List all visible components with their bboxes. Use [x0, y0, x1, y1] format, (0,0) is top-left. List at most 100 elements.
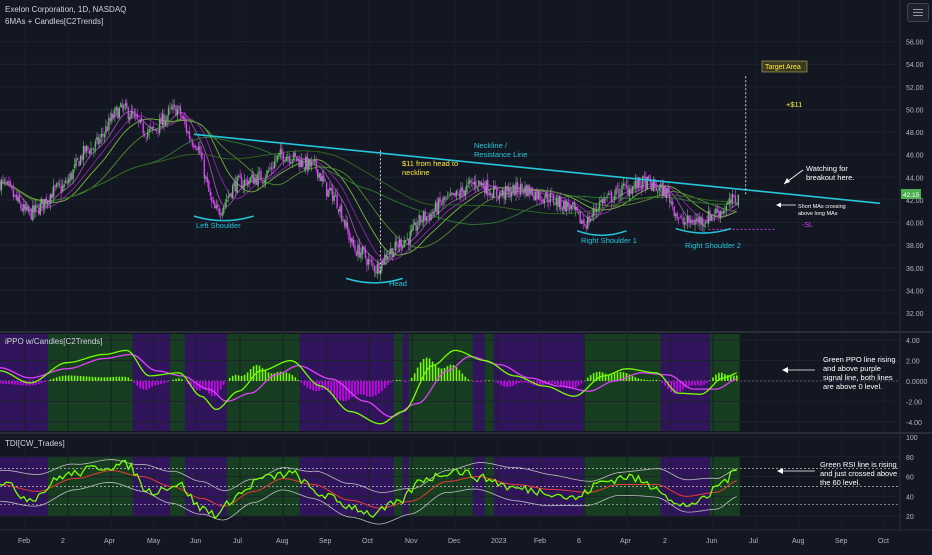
candle-body	[207, 177, 208, 182]
ppo-histogram-bar	[411, 378, 413, 381]
ppo-histogram-bar	[20, 381, 22, 385]
candle-body	[408, 239, 409, 245]
indicator-title[interactable]: 6MAs + Candles[C2Trends]	[5, 17, 103, 26]
ppo-histogram-bar	[154, 381, 156, 385]
candle-body	[199, 146, 200, 154]
candle-body	[8, 181, 9, 183]
candle-body	[46, 197, 47, 203]
candle-body	[432, 212, 433, 213]
ppo-histogram-bar	[211, 381, 213, 396]
right-shoulder-2-label: Right Shoulder 2	[685, 241, 741, 250]
candle-body	[548, 200, 549, 202]
ppo-histogram-bar	[145, 381, 147, 390]
ppo-histogram-bar	[715, 375, 717, 381]
y-tick-label: 40	[906, 494, 914, 501]
candle-body	[599, 201, 600, 208]
candle-body	[342, 220, 343, 221]
ppo-panel-title[interactable]: iPPO w/Candles[C2Trends]	[5, 337, 103, 346]
x-tick-label: Aug	[276, 538, 289, 545]
ppo-histogram-bar	[89, 377, 91, 381]
trading-chart[interactable]: 56.0054.0052.0050.0048.0046.0044.0042.00…	[0, 0, 932, 550]
ppo-histogram-bar	[641, 379, 643, 381]
ppo-histogram-bar	[5, 381, 7, 384]
candle-body	[636, 181, 637, 189]
ppo-histogram-bar	[56, 377, 58, 381]
candle-body	[414, 223, 415, 226]
ppo-histogram-bar	[360, 381, 362, 394]
candle-body	[172, 105, 173, 110]
candle-body	[727, 202, 728, 204]
candle-body	[675, 214, 676, 216]
ppo-histogram-bar	[214, 381, 216, 396]
watching-label-1: Watching for	[806, 164, 848, 173]
ppo-histogram-bar	[238, 375, 240, 381]
ppo-histogram-bar	[420, 362, 422, 381]
ppo-histogram-bar	[652, 380, 654, 381]
candle-body	[685, 223, 686, 224]
x-tick-label: 6	[577, 538, 581, 545]
ppo-histogram-bar	[83, 376, 85, 381]
candle-body	[99, 139, 100, 144]
candle-body	[308, 159, 309, 170]
candle-body	[236, 177, 237, 193]
ppo-zone	[48, 334, 133, 431]
candle-body	[696, 219, 697, 221]
ppo-histogram-bar	[53, 378, 55, 381]
candle-body	[633, 186, 634, 187]
candle-body	[293, 152, 294, 160]
ppo-histogram-bar	[581, 381, 583, 383]
candle-body	[326, 182, 327, 196]
candle-body	[338, 209, 339, 212]
candle-body	[679, 217, 680, 218]
candle-body	[651, 183, 652, 191]
candle-body	[404, 240, 405, 247]
ppo-histogram-bar	[590, 375, 592, 381]
candle-body	[447, 195, 448, 196]
candle-body	[175, 106, 176, 116]
tdi-zone	[494, 457, 585, 516]
candle-body	[126, 103, 127, 108]
candle-body	[536, 191, 537, 200]
candle-body	[96, 137, 97, 140]
candle-body	[608, 194, 609, 195]
y-tick-label: 34.00	[906, 288, 924, 295]
candle-body	[572, 203, 573, 204]
ppo-histogram-bar	[476, 381, 478, 382]
candle-body	[451, 192, 452, 195]
candle-body	[565, 200, 566, 211]
tdi-panel-title[interactable]: TDI[CW_Trades]	[5, 439, 65, 448]
candle-body	[389, 253, 390, 254]
candle-body	[49, 200, 50, 202]
candle-body	[520, 184, 521, 194]
candle-body	[444, 196, 445, 199]
candle-body	[429, 215, 430, 221]
ppo-histogram-bar	[396, 380, 398, 381]
candle-body	[92, 149, 93, 150]
ppo-histogram-bar	[700, 381, 702, 386]
candle-body	[450, 194, 451, 195]
candle-body	[606, 196, 607, 197]
y-tick-label: 60	[906, 475, 914, 482]
candle-body	[420, 216, 421, 223]
candle-body	[427, 216, 428, 217]
candle-body	[693, 224, 694, 225]
candle-body	[417, 226, 418, 230]
candle-body	[120, 103, 121, 107]
candle-body	[341, 205, 342, 220]
candle-body	[591, 215, 592, 217]
ppo-histogram-bar	[369, 381, 371, 397]
chart-settings-button[interactable]	[907, 3, 929, 22]
candle-body	[219, 208, 220, 214]
candle-body	[562, 209, 563, 210]
candle-body	[169, 107, 170, 108]
ppo-histogram-bar	[244, 375, 246, 381]
candle-body	[623, 184, 624, 186]
candle-body	[66, 182, 67, 184]
candle-body	[2, 180, 3, 181]
y-tick-label: 54.00	[906, 62, 924, 69]
candle-body	[52, 193, 53, 198]
ppo-histogram-bar	[41, 381, 43, 383]
ppo-histogram-bar	[113, 377, 115, 381]
candle-body	[345, 221, 346, 227]
ppo-histogram-bar	[124, 377, 126, 381]
